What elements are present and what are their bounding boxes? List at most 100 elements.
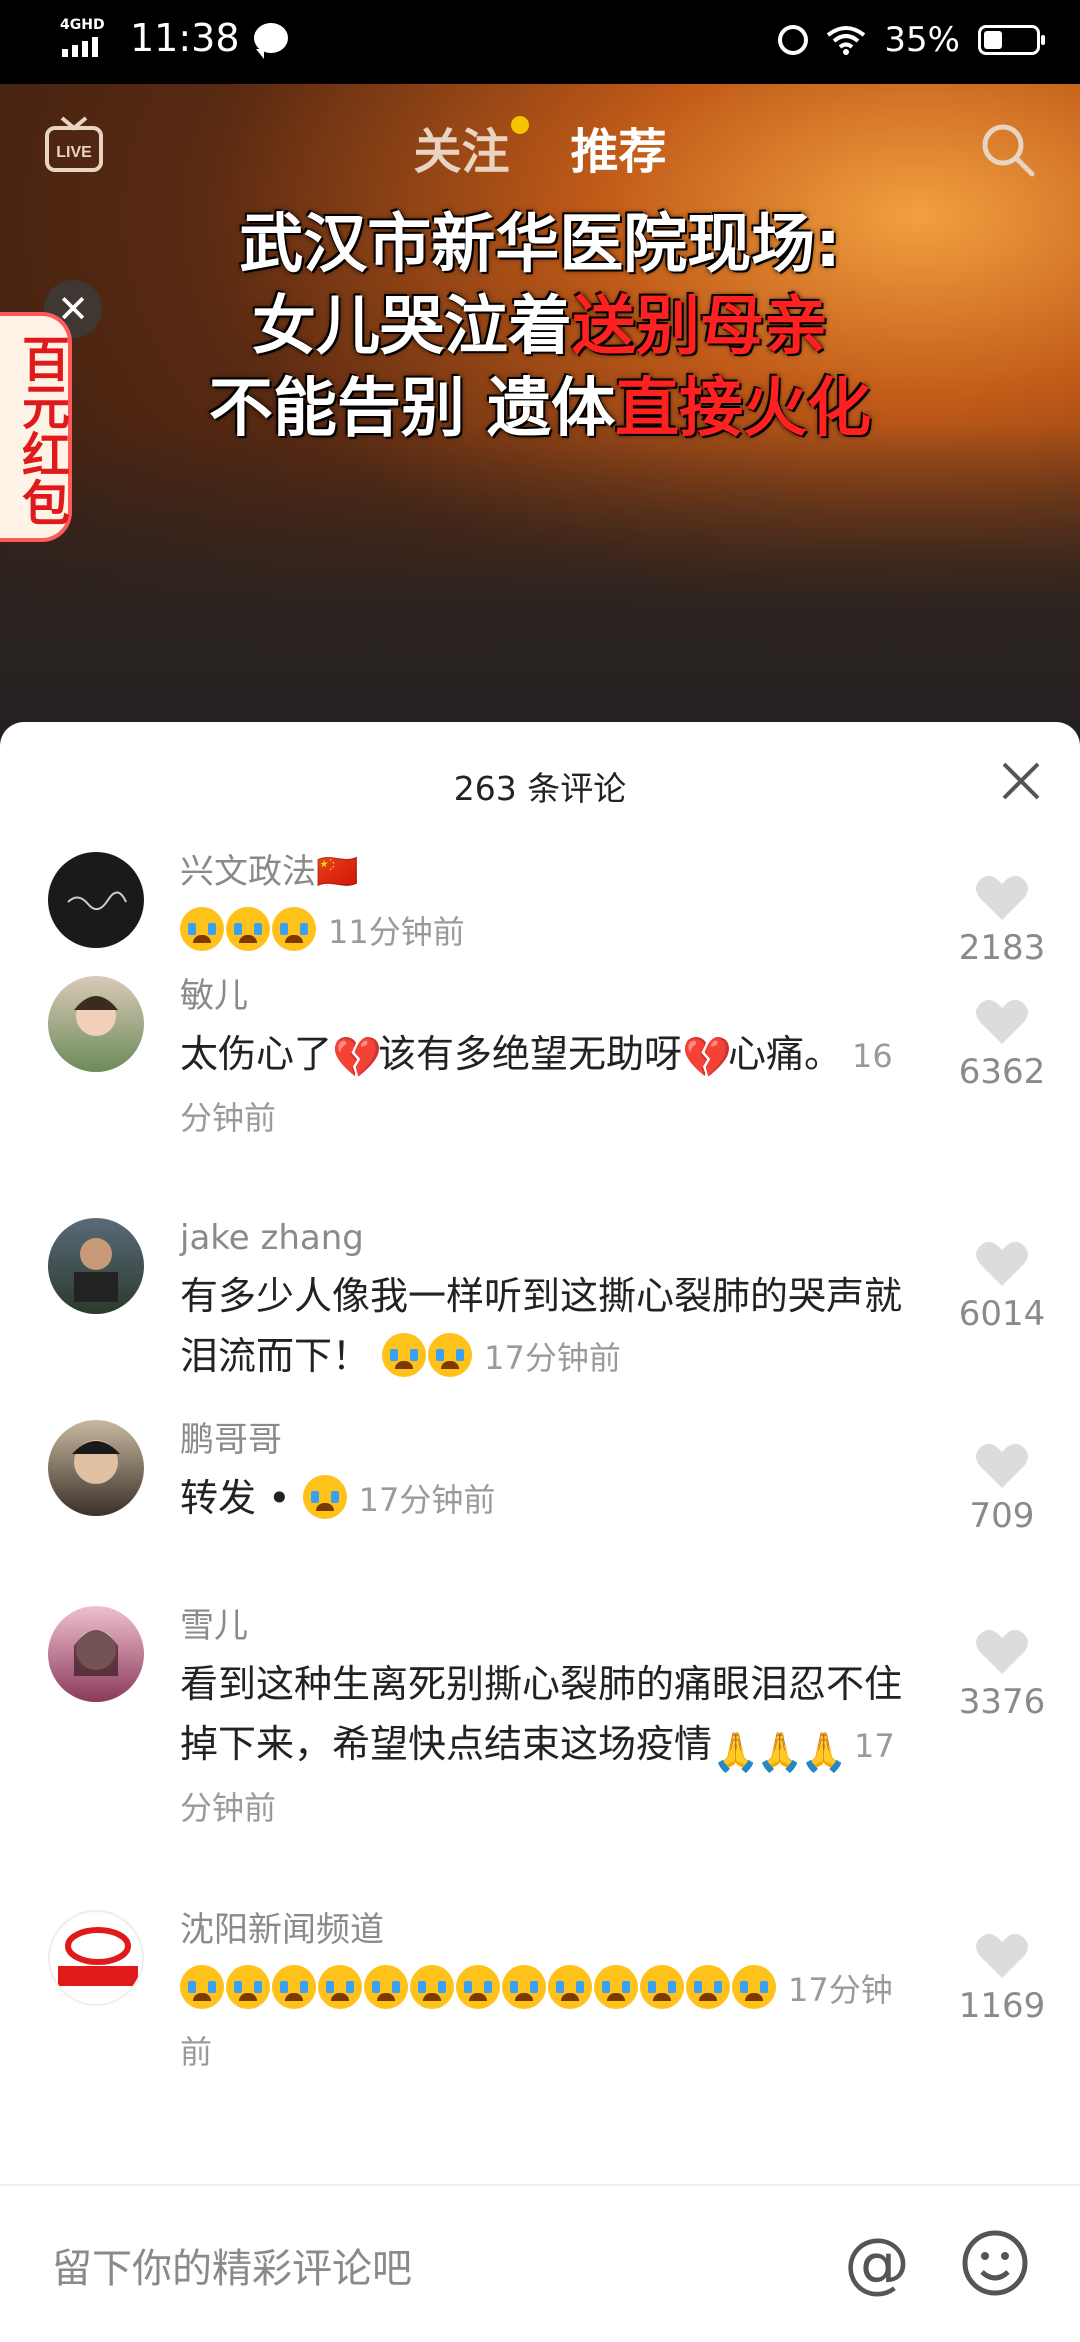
crying-emoji-icon — [302, 1475, 347, 1519]
battery-icon — [978, 25, 1045, 55]
comment-username[interactable]: jake zhang — [180, 1218, 910, 1258]
comment-username[interactable]: 雪儿 — [180, 1606, 910, 1646]
like-button[interactable]: 2183 — [942, 872, 1062, 968]
heart-icon — [976, 1933, 1028, 1978]
comment-item[interactable]: 兴文政法🇨🇳 11分钟前 2183 — [0, 852, 1080, 972]
comment-username[interactable]: 兴文政法🇨🇳 — [180, 852, 910, 892]
comment-username[interactable]: 鹏哥哥 — [180, 1420, 910, 1460]
comment-input-bar: 留下你的精彩评论吧 @ — [0, 2184, 1080, 2342]
crying-emoji-icon — [686, 1965, 730, 2009]
like-button[interactable]: 6014 — [942, 1238, 1062, 1334]
comment-text: 转发 • 17分钟前 — [180, 1468, 910, 1530]
comment-item[interactable]: 鹏哥哥 转发 • 17分钟前 709 — [0, 1420, 1080, 1540]
like-button[interactable]: 3376 — [942, 1626, 1062, 1722]
crying-emoji-icon — [502, 1965, 546, 2009]
comment-text-part: 转发 • — [180, 1476, 291, 1520]
avatar[interactable] — [48, 1218, 144, 1314]
avatar[interactable] — [48, 1910, 144, 2006]
like-count: 1169 — [958, 1986, 1046, 2026]
comment-time: 11分钟前 — [328, 913, 465, 951]
like-count: 2183 — [958, 928, 1046, 968]
comment-item[interactable]: jake zhang 有多少人像我一样听到这撕心裂肺的哭声就泪流而下！ 17分钟… — [0, 1218, 1080, 1398]
comment-item[interactable]: 沈阳新闻频道 17分钟前 1169 — [0, 1910, 1080, 2170]
comment-item[interactable]: 敏儿 太伤心了💔该有多绝望无助呀💔心痛。 16分钟前 6362 — [0, 976, 1080, 1156]
comment-input[interactable]: 留下你的精彩评论吧 — [52, 2236, 412, 2294]
close-comments-icon[interactable] — [998, 758, 1044, 804]
crying-emoji-icon — [226, 1965, 270, 2009]
like-count: 709 — [969, 1496, 1035, 1536]
battery-percent: 35% — [884, 20, 960, 60]
headline-line-2a: 女儿哭泣着 — [252, 290, 572, 364]
emoji-icon[interactable] — [960, 2228, 1030, 2298]
crying-emoji-icon — [382, 1333, 427, 1377]
crying-emoji-icon — [410, 1965, 454, 2009]
search-icon[interactable] — [978, 120, 1038, 180]
comment-time: 17分钟前 — [484, 1339, 621, 1377]
comment-text: 看到这种生离死别撕心裂肺的痛眼泪忍不住掉下来，希望快点结束这场疫情🙏🙏🙏 17分钟… — [180, 1654, 910, 1838]
headline-line-1: 武汉市新华医院现场: — [239, 208, 841, 282]
at-mention-icon[interactable]: @ — [842, 2228, 912, 2298]
message-notification-icon — [253, 23, 288, 59]
comment-item[interactable]: 雪儿 看到这种生离死别撕心裂肺的痛眼泪忍不住掉下来，希望快点结束这场疫情🙏🙏🙏 1… — [0, 1606, 1080, 1846]
comment-text: 11分钟前 — [180, 900, 910, 962]
comment-text-part: 心痛。 — [728, 1032, 843, 1076]
comment-text-part: 该有多绝望无助呀 — [378, 1032, 683, 1076]
pray-hands-icon: 🙏 — [800, 1730, 848, 1774]
headline-line-2b: 送别母亲 — [572, 290, 828, 364]
crying-emoji-icon — [428, 1333, 473, 1377]
like-button[interactable]: 6362 — [942, 996, 1062, 1092]
status-bar: 4GHD 11:38 35% — [0, 0, 1080, 84]
heart-icon — [976, 1443, 1028, 1488]
pray-hands-icon: 🙏 — [712, 1730, 760, 1774]
unread-dot — [511, 116, 530, 134]
crying-emoji-icon — [456, 1965, 500, 2009]
crying-emoji-icon — [594, 1965, 638, 2009]
comment-text: 太伤心了💔该有多绝望无助呀💔心痛。 16分钟前 — [180, 1024, 910, 1148]
clock: 11:38 — [130, 16, 240, 60]
avatar[interactable] — [48, 1420, 144, 1516]
comment-text-part: 太伤心了 — [180, 1032, 333, 1076]
video-player[interactable]: LIVE 关注 推荐 武汉市新华医院现场: 女儿哭泣着送别母亲 不能告别 遗体直… — [0, 84, 1080, 744]
broken-heart-icon: 💔 — [332, 1035, 382, 1081]
avatar[interactable] — [48, 852, 144, 948]
comments-count-title: 263 条评论 — [453, 769, 627, 808]
crying-emoji-icon — [640, 1965, 684, 2009]
comment-username[interactable]: 沈阳新闻频道 — [180, 1910, 910, 1950]
like-count: 3376 — [958, 1682, 1046, 1722]
alarm-icon — [778, 25, 809, 55]
crying-emoji-icon — [548, 1965, 592, 2009]
signal-icon: 4GHD — [60, 17, 116, 59]
crying-emoji-icon — [226, 907, 270, 951]
like-button[interactable]: 1169 — [942, 1930, 1062, 2026]
wifi-icon — [827, 26, 866, 55]
heart-icon — [976, 999, 1028, 1044]
top-nav: LIVE 关注 推荐 — [0, 108, 1080, 188]
network-type: 4GHD — [60, 17, 105, 33]
video-headline: 武汉市新华医院现场: 女儿哭泣着送别母亲 不能告别 遗体直接火化 — [0, 204, 1080, 450]
tab-recommended-label: 推荐 — [570, 124, 667, 180]
tab-recommended[interactable]: 推荐 — [571, 112, 667, 182]
red-packet-banner[interactable]: 百元红包 — [0, 312, 72, 542]
tab-following-label: 关注 — [413, 124, 510, 180]
comments-sheet: 263 条评论 兴文政法🇨🇳 11分钟前 2183 敏儿 太伤心了💔该有多绝望无… — [0, 722, 1080, 2340]
like-count: 6362 — [958, 1052, 1046, 1092]
crying-emoji-icon — [272, 907, 316, 951]
avatar[interactable] — [48, 1606, 144, 1702]
crying-emoji-icon — [364, 1965, 408, 2009]
like-button[interactable]: 709 — [942, 1440, 1062, 1536]
heart-icon — [976, 875, 1028, 920]
headline-line-3b: 直接火化 — [615, 372, 872, 446]
crying-emoji-icon — [180, 1965, 224, 2009]
heart-icon — [976, 1241, 1028, 1286]
tab-following[interactable]: 关注 — [413, 112, 530, 182]
avatar[interactable] — [48, 976, 144, 1072]
comment-text: 有多少人像我一样听到这撕心裂肺的哭声就泪流而下！ 17分钟前 — [180, 1266, 910, 1388]
heart-icon — [976, 1629, 1028, 1674]
crying-emoji-icon — [732, 1965, 776, 2009]
like-count: 6014 — [958, 1294, 1046, 1334]
comment-time: 17分钟前 — [358, 1481, 496, 1519]
comment-username[interactable]: 敏儿 — [180, 976, 910, 1016]
comment-text: 17分钟前 — [180, 1958, 910, 2082]
broken-heart-icon: 💔 — [682, 1035, 732, 1081]
headline-line-3a: 不能告别 遗体 — [208, 372, 616, 446]
